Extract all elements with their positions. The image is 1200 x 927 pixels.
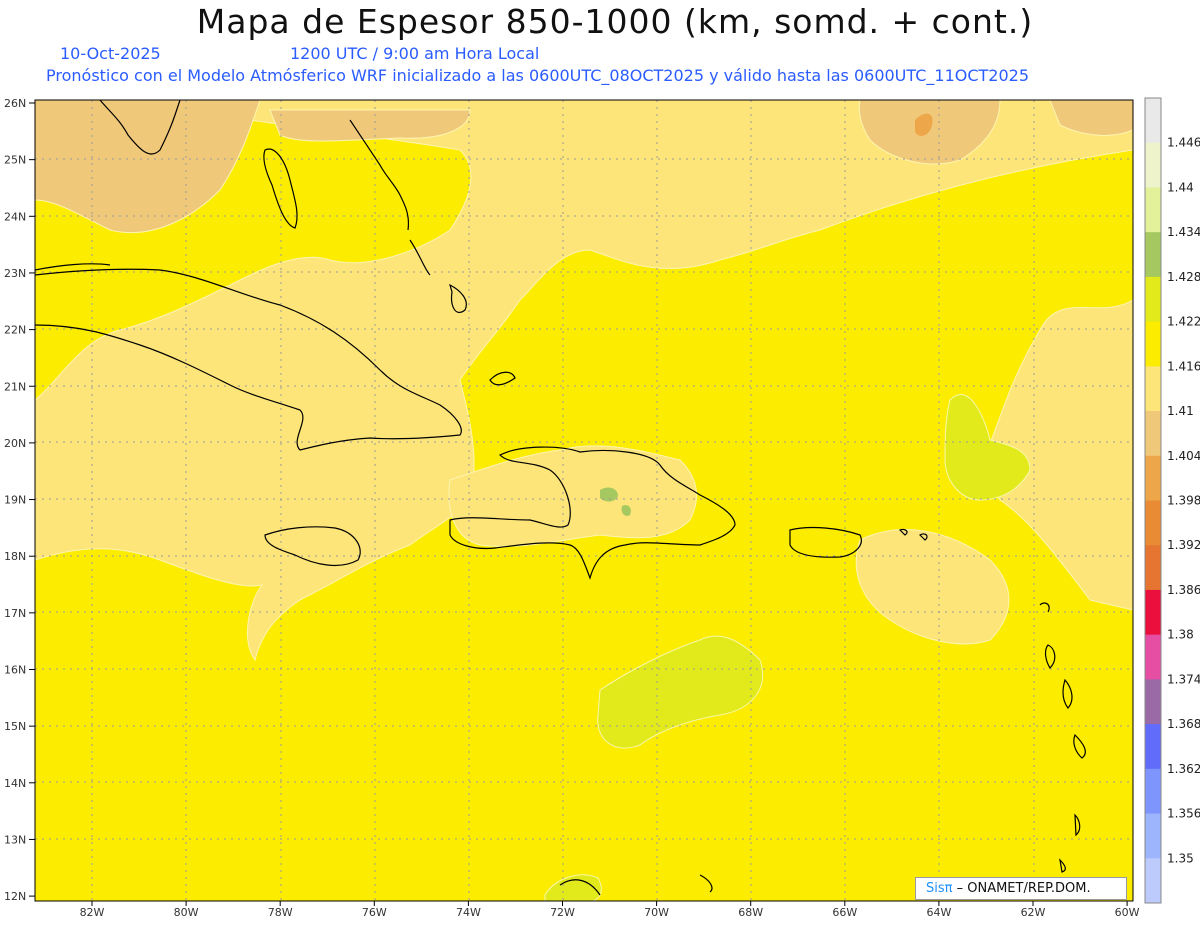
lat-label-17N: 17N: [4, 607, 26, 620]
colorbar-label: 1.446: [1167, 136, 1200, 150]
colorbar-swatch: [1145, 98, 1161, 144]
lat-label-18N: 18N: [4, 550, 26, 563]
lat-label-26N: 26N: [4, 97, 26, 110]
lon-label-60W: 60W: [1115, 906, 1140, 919]
colorbar-label: 1.404: [1167, 449, 1200, 463]
lat-label-22N: 22N: [4, 324, 26, 337]
colorbar-swatch: [1145, 858, 1161, 904]
colorbar-label: 1.38: [1167, 628, 1194, 642]
colorbar-label: 1.44: [1167, 180, 1194, 194]
colorbar-swatch: [1145, 276, 1161, 323]
lat-label-24N: 24N: [4, 210, 26, 223]
brand-label: Sisπ: [926, 881, 953, 896]
latitude-axis: 26N 25N 24N 23N 22N 21N 20N 19N 18N 17N 16N 15N 14N 1…: [4, 97, 35, 903]
colorbar-label: 1.398: [1167, 494, 1200, 508]
lat-label-25N: 25N: [4, 154, 26, 167]
colorbar-swatch: [1145, 679, 1161, 725]
lat-label-21N: 21N: [4, 380, 26, 393]
lon-label-68W: 68W: [738, 906, 763, 919]
lon-label-82W: 82W: [80, 906, 105, 919]
longitude-axis: 82W 80W 78W 76W 74W 72W 70W 68W 66W 64W 62W 60W: [80, 901, 1140, 919]
lon-label-80W: 80W: [174, 906, 199, 919]
map-fill: [35, 100, 1133, 901]
colorbar-swatch: [1145, 768, 1161, 815]
lat-label-20N: 20N: [4, 437, 26, 450]
lat-label-13N: 13N: [4, 833, 26, 846]
colorbar-swatch: [1145, 589, 1161, 636]
org-label: – ONAMET/REP.DOM.: [952, 881, 1091, 896]
colorbar: 1.446 1.44 1.434 1.428 1.422 1.416 1.41 1.404 1.…: [1144, 97, 1200, 904]
colorbar-swatch: [1145, 634, 1161, 680]
colorbar-swatch: [1145, 455, 1161, 501]
lon-label-78W: 78W: [268, 906, 293, 919]
lon-label-66W: 66W: [832, 906, 857, 919]
colorbar-label: 1.356: [1167, 807, 1200, 821]
colorbar-swatch: [1145, 545, 1161, 591]
lon-label-64W: 64W: [926, 906, 951, 919]
lat-label-15N: 15N: [4, 720, 26, 733]
colorbar-label: 1.35: [1167, 851, 1194, 865]
lat-label-23N: 23N: [4, 267, 26, 280]
colorbar-swatch: [1145, 500, 1161, 546]
colorbar-label: 1.416: [1167, 359, 1200, 373]
lat-label-16N: 16N: [4, 664, 26, 677]
colorbar-swatch: [1145, 142, 1161, 188]
lon-label-62W: 62W: [1021, 906, 1046, 919]
lon-label-76W: 76W: [362, 906, 387, 919]
colorbar-label: 1.428: [1167, 270, 1200, 284]
colorbar-label: 1.362: [1167, 762, 1200, 776]
lat-label-14N: 14N: [4, 777, 26, 790]
colorbar-label: 1.368: [1167, 717, 1200, 731]
lon-label-74W: 74W: [456, 906, 481, 919]
colorbar-swatch: [1145, 366, 1161, 412]
colorbar-label: 1.386: [1167, 583, 1200, 597]
lat-label-19N: 19N: [4, 494, 26, 507]
lon-label-70W: 70W: [644, 906, 669, 919]
colorbar-label: 1.422: [1167, 315, 1200, 329]
colorbar-swatch: [1145, 321, 1161, 367]
colorbar-label: 1.41: [1167, 404, 1194, 418]
colorbar-label: 1.434: [1167, 225, 1200, 239]
colorbar-swatch: [1145, 724, 1161, 770]
colorbar-swatch: [1145, 187, 1161, 233]
colorbar-swatch: [1145, 813, 1161, 859]
colorbar-swatch: [1145, 232, 1161, 278]
thickness-map: 26N 25N 24N 23N 22N 21N 20N 19N 18N 17N 16N 15N 14N 1…: [4, 97, 1200, 919]
colorbar-label: 1.392: [1167, 538, 1200, 552]
lon-label-72W: 72W: [550, 906, 575, 919]
colorbar-label: 1.374: [1167, 672, 1200, 686]
credit-box: Sisπ – ONAMET/REP.DOM.: [915, 877, 1127, 900]
lat-label-12N: 12N: [4, 890, 26, 903]
colorbar-swatch: [1145, 411, 1161, 457]
